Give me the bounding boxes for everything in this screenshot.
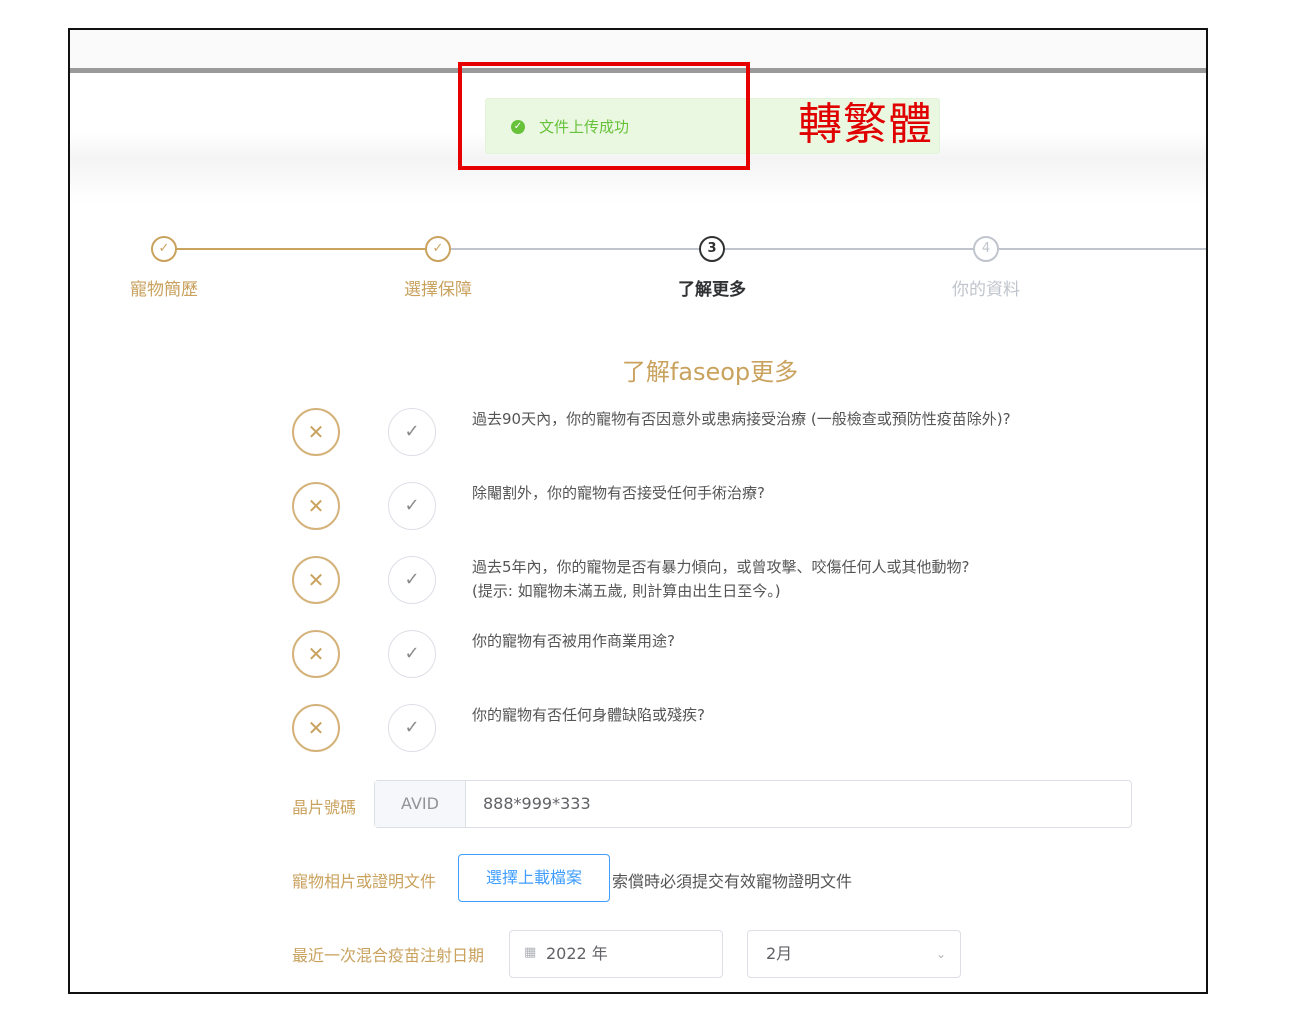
upload-label: 寵物相片或證明文件 — [292, 872, 437, 891]
yes-button[interactable]: ✓ — [388, 556, 436, 604]
chip-prefix: AVID — [375, 781, 466, 827]
year-value: 2022 年 — [546, 944, 608, 963]
step-3-label: 了解更多 — [678, 280, 746, 300]
no-button[interactable]: ✕ — [292, 482, 340, 530]
step-2-check-icon: ✓ — [425, 236, 451, 262]
year-picker[interactable]: ▦ 2022 年 — [509, 930, 723, 978]
question-hint: (提示: 如寵物未滿五歲, 則計算由出生日至今。) — [472, 582, 781, 600]
form-title: 了解faseop更多 — [621, 358, 799, 386]
yes-button[interactable]: ✓ — [388, 704, 436, 752]
calendar-icon: ▦ — [524, 945, 537, 960]
step-2-label: 選擇保障 — [404, 280, 472, 300]
vaccine-date-label: 最近一次混合疫苗注射日期 — [292, 946, 485, 965]
annotation-highlight-box — [458, 62, 750, 170]
annotation-text: 轉繁體 — [798, 99, 933, 150]
upload-note: 索償時必須提交有效寵物證明文件 — [612, 872, 853, 891]
step-4-number-icon: 4 — [973, 236, 999, 262]
app-frame: ✓ 文件上传成功 轉繁體 ✓ ✓ 3 4 寵物簡歷 選擇保障 了解更多 你的資料… — [68, 28, 1208, 994]
step-connector-2 — [440, 248, 714, 250]
question-row: ✕ ✓ 除閹割外，你的寵物有否接受任何手術治療? — [292, 482, 1132, 532]
question-text: 你的寵物有否被用作商業用途? — [472, 632, 675, 650]
yes-button[interactable]: ✓ — [388, 630, 436, 678]
month-select[interactable]: 2月 ⌄ — [747, 930, 961, 978]
chip-number-input[interactable]: AVID 888*999*333 — [374, 780, 1132, 828]
step-connector-1 — [166, 248, 440, 250]
step-connector-4 — [988, 248, 1206, 250]
question-text: 過去90天內，你的寵物有否因意外或患病接受治療 (一般檢查或預防性疫苗除外)? — [472, 410, 1011, 428]
no-button[interactable]: ✕ — [292, 556, 340, 604]
yes-button[interactable]: ✓ — [388, 482, 436, 530]
question-row: ✕ ✓ 你的寵物有否被用作商業用途? — [292, 630, 1132, 680]
question-row: ✕ ✓ 過去5年內，你的寵物是否有暴力傾向，或曾攻擊、咬傷任何人或其他動物? (… — [292, 556, 1132, 606]
no-button[interactable]: ✕ — [292, 408, 340, 456]
step-1-check-icon: ✓ — [151, 236, 177, 262]
question-text: 過去5年內，你的寵物是否有暴力傾向，或曾攻擊、咬傷任何人或其他動物? — [472, 558, 970, 576]
question-text: 你的寵物有否任何身體缺陷或殘疾? — [472, 706, 705, 724]
step-3-number-icon: 3 — [699, 236, 725, 262]
question-row: ✕ ✓ 你的寵物有否任何身體缺陷或殘疾? — [292, 704, 1132, 754]
step-connector-3 — [714, 248, 988, 250]
step-1-label: 寵物簡歷 — [130, 280, 198, 300]
question-text: 除閹割外，你的寵物有否接受任何手術治療? — [472, 484, 765, 502]
no-button[interactable]: ✕ — [292, 630, 340, 678]
yes-button[interactable]: ✓ — [388, 408, 436, 456]
step-4-label: 你的資料 — [952, 280, 1020, 300]
chip-number-value[interactable]: 888*999*333 — [483, 781, 591, 827]
chevron-down-icon: ⌄ — [935, 947, 946, 961]
upload-file-button[interactable]: 選擇上載檔案 — [458, 854, 610, 902]
month-value: 2月 — [766, 944, 793, 963]
chip-number-label: 晶片號碼 — [292, 798, 357, 817]
no-button[interactable]: ✕ — [292, 704, 340, 752]
question-row: ✕ ✓ 過去90天內，你的寵物有否因意外或患病接受治療 (一般檢查或預防性疫苗除… — [292, 408, 1132, 458]
